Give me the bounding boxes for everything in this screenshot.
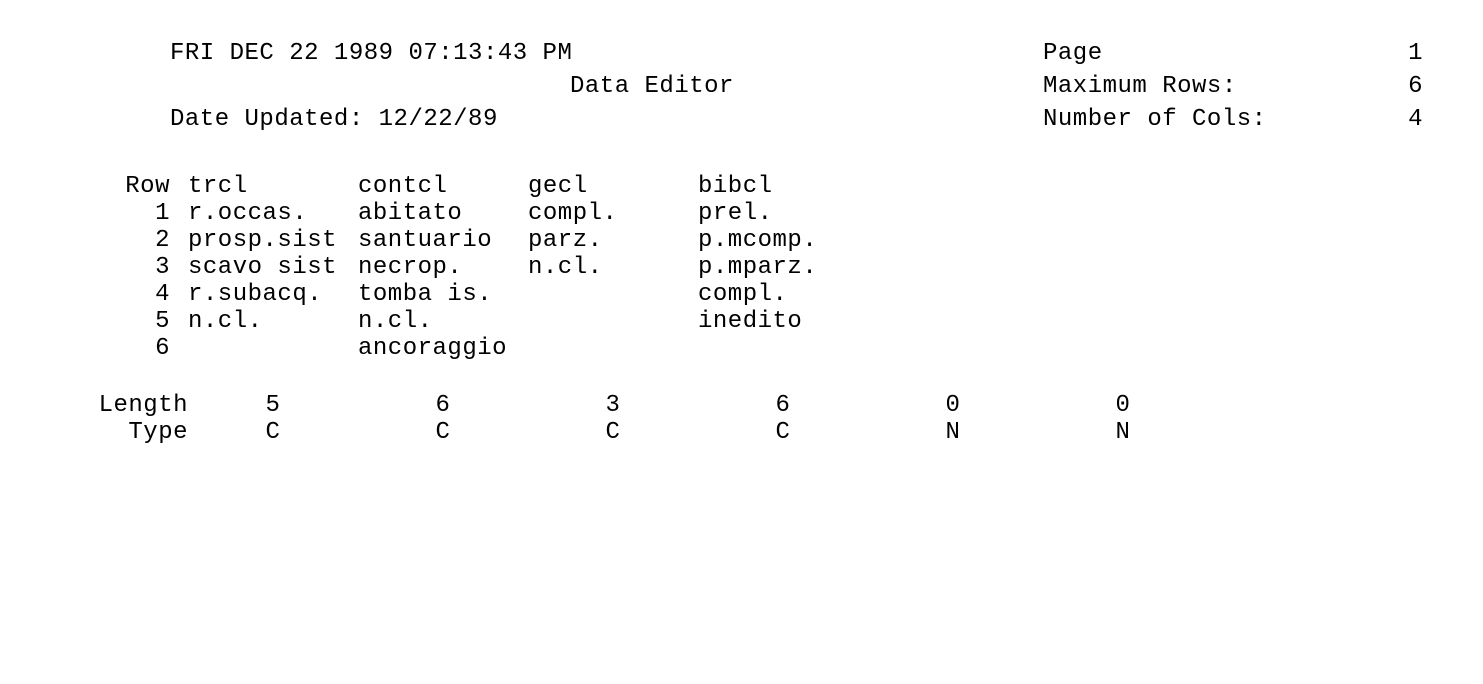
length-val: 3	[528, 392, 698, 419]
type-val: C	[188, 419, 358, 446]
cell: p.mparz.	[698, 254, 868, 281]
max-rows-value: 6	[1408, 73, 1423, 100]
date-updated: Date Updated: 12/22/89	[170, 106, 734, 133]
cell: inedito	[698, 308, 868, 335]
col-header-2: gecl	[528, 173, 698, 200]
header-right: Page 1 Maximum Rows: 6 Number of Cols: 4	[1043, 40, 1423, 133]
data-table: Row trcl contcl gecl bibcl 1 r.occas. ab…	[60, 173, 1423, 362]
cell: necrop.	[358, 254, 528, 281]
cell: n.cl.	[528, 254, 698, 281]
cell: n.cl.	[358, 308, 528, 335]
cell	[698, 335, 868, 362]
cell	[528, 308, 698, 335]
page-number: 1	[1408, 40, 1423, 67]
cell: compl.	[528, 200, 698, 227]
row-num: 5	[60, 308, 188, 335]
row-num: 2	[60, 227, 188, 254]
cell: prel.	[698, 200, 868, 227]
cell: n.cl.	[188, 308, 358, 335]
cell: santuario	[358, 227, 528, 254]
cell: compl.	[698, 281, 868, 308]
table-row: 5 n.cl. n.cl. inedito	[60, 308, 1423, 335]
length-val: 6	[698, 392, 868, 419]
num-cols-value: 4	[1408, 106, 1423, 133]
page-label: Page	[1043, 40, 1103, 67]
max-rows-row: Maximum Rows: 6	[1043, 73, 1423, 100]
type-val: N	[1038, 419, 1208, 446]
col-header-1: contcl	[358, 173, 528, 200]
col-header-0: trcl	[188, 173, 358, 200]
cell: tomba is.	[358, 281, 528, 308]
cell: parz.	[528, 227, 698, 254]
cell: p.mcomp.	[698, 227, 868, 254]
type-val: C	[358, 419, 528, 446]
editor-title: Data Editor	[170, 73, 734, 100]
header-left: FRI DEC 22 1989 07:13:43 PM Data Editor …	[170, 40, 734, 133]
cell	[528, 281, 698, 308]
table-row: 2 prosp.sist santuario parz. p.mcomp.	[60, 227, 1423, 254]
cell: scavo sist	[188, 254, 358, 281]
table-row: 1 r.occas. abitato compl. prel.	[60, 200, 1423, 227]
row-num: 1	[60, 200, 188, 227]
type-label: Type	[60, 419, 188, 446]
type-val: N	[868, 419, 1038, 446]
cell: prosp.sist	[188, 227, 358, 254]
length-val: 0	[868, 392, 1038, 419]
cell: r.occas.	[188, 200, 358, 227]
row-num: 3	[60, 254, 188, 281]
row-num: 6	[60, 335, 188, 362]
cell	[528, 335, 698, 362]
table-row: 6 ancoraggio	[60, 335, 1423, 362]
table-header-row: Row trcl contcl gecl bibcl	[60, 173, 1423, 200]
header-block: FRI DEC 22 1989 07:13:43 PM Data Editor …	[170, 40, 1423, 133]
row-num: 4	[60, 281, 188, 308]
num-cols-label: Number of Cols:	[1043, 106, 1267, 133]
length-label: Length	[60, 392, 188, 419]
num-cols-row: Number of Cols: 4	[1043, 106, 1423, 133]
type-row: Type C C C C N N	[60, 419, 1423, 446]
datetime: FRI DEC 22 1989 07:13:43 PM	[170, 40, 734, 67]
length-row: Length 5 6 3 6 0 0	[60, 392, 1423, 419]
length-val: 0	[1038, 392, 1208, 419]
type-val: C	[698, 419, 868, 446]
table-row: 4 r.subacq. tomba is. compl.	[60, 281, 1423, 308]
max-rows-label: Maximum Rows:	[1043, 73, 1237, 100]
cell: ancoraggio	[358, 335, 528, 362]
cell	[188, 335, 358, 362]
type-val: C	[528, 419, 698, 446]
cell: r.subacq.	[188, 281, 358, 308]
cell: abitato	[358, 200, 528, 227]
length-val: 5	[188, 392, 358, 419]
footer-block: Length 5 6 3 6 0 0 Type C C C C N N	[60, 392, 1423, 446]
table-row: 3 scavo sist necrop. n.cl. p.mparz.	[60, 254, 1423, 281]
row-header-label: Row	[60, 173, 188, 200]
col-header-3: bibcl	[698, 173, 868, 200]
length-val: 6	[358, 392, 528, 419]
page-row: Page 1	[1043, 40, 1423, 67]
